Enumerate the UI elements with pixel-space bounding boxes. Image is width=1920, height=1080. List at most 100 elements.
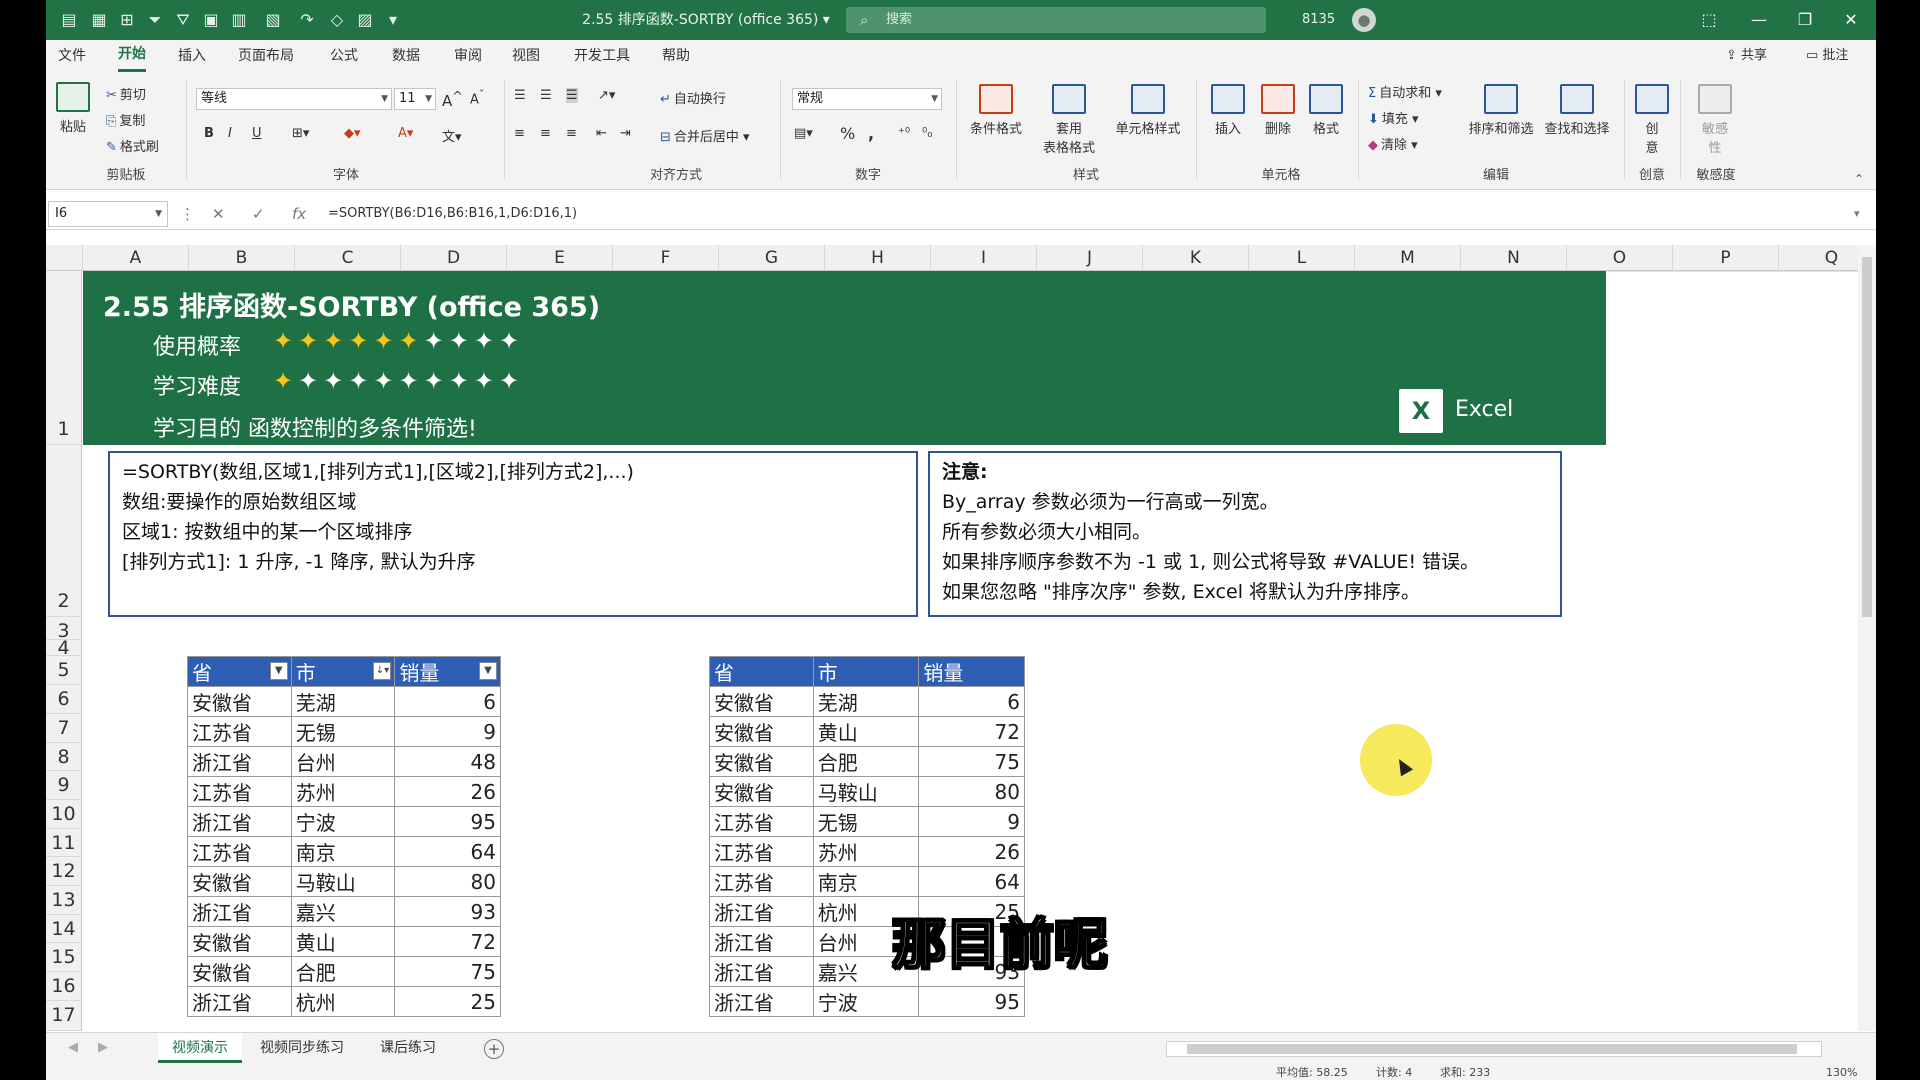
align-top-button[interactable]: ☰ [514, 88, 526, 103]
fill-button[interactable]: ⬇ 填充 ▾ [1368, 108, 1419, 127]
column-header[interactable]: F [613, 245, 719, 271]
row-header[interactable]: 17 [46, 1001, 82, 1031]
sort-asc-filter-icon[interactable]: ↓▾ [373, 662, 392, 680]
province-cell[interactable]: 安徽省 [187, 686, 292, 717]
row-header[interactable]: 6 [46, 685, 82, 714]
city-cell[interactable]: 芜湖 [290, 686, 396, 717]
cell-styles-button[interactable]: 单元格样式 [1108, 84, 1188, 137]
city-cell[interactable]: 苏州 [812, 836, 920, 867]
city-cell[interactable]: 苏州 [290, 776, 396, 807]
sort-filter-button[interactable]: 排序和筛选 [1464, 84, 1538, 137]
increase-font-button[interactable]: A^ [442, 88, 463, 110]
province-cell[interactable]: 江苏省 [187, 836, 292, 867]
province-cell[interactable]: 浙江省 [709, 956, 814, 987]
province-cell[interactable]: 浙江省 [709, 986, 814, 1017]
save-icon[interactable]: ▤ [58, 9, 80, 31]
city-cell[interactable]: 马鞍山 [812, 776, 920, 807]
ribbon-display-icon[interactable]: ⬚ [1686, 0, 1732, 40]
wrap-text-button[interactable]: ↵ 自动换行 [660, 88, 726, 107]
province-cell[interactable]: 浙江省 [187, 986, 292, 1017]
table-icon[interactable]: ▥ [228, 9, 250, 31]
row-header[interactable]: 14 [46, 915, 82, 943]
ideas-button[interactable]: 创 意 [1630, 84, 1674, 156]
align-left-button[interactable]: ≡ [514, 126, 525, 141]
sales-cell[interactable]: 95 [394, 806, 501, 837]
sales-cell[interactable]: 75 [918, 746, 1025, 777]
tab-insert[interactable]: 插入 [178, 40, 206, 72]
select-all-corner[interactable] [46, 245, 83, 271]
sales-cell[interactable]: 9 [394, 716, 501, 747]
restore-button[interactable]: ❐ [1782, 0, 1828, 40]
sales-cell[interactable]: 95 [918, 986, 1025, 1017]
increase-decimal-button[interactable]: ⁺⁰ [898, 126, 910, 141]
tab-formulas[interactable]: 公式 [330, 40, 358, 72]
row-header[interactable]: 9 [46, 771, 82, 800]
province-cell[interactable]: 浙江省 [709, 926, 814, 957]
sales-cell[interactable]: 26 [918, 836, 1025, 867]
scroll-thumb[interactable] [1862, 257, 1872, 617]
city-cell[interactable]: 无锡 [290, 716, 396, 747]
city-cell[interactable]: 黄山 [290, 926, 396, 957]
column-header[interactable]: J [1037, 245, 1143, 271]
align-center-button[interactable]: ≡ [540, 126, 551, 141]
form-icon[interactable]: ▣ [200, 9, 222, 31]
document-title[interactable]: 2.55 排序函数-SORTBY (office 365) ▾ [546, 0, 866, 40]
province-cell[interactable]: 安徽省 [709, 746, 814, 777]
sales-cell[interactable]: 72 [394, 926, 501, 957]
sensitivity-button[interactable]: 敏感 性 [1690, 84, 1740, 156]
tab-developer[interactable]: 开发工具 [574, 40, 630, 72]
row-header[interactable]: 13 [46, 886, 82, 915]
undo-list-icon[interactable]: ▦ [88, 9, 110, 31]
sales-cell[interactable]: 9 [918, 806, 1025, 837]
city-cell[interactable]: 嘉兴 [290, 896, 396, 927]
sales-cell[interactable]: 6 [394, 686, 501, 717]
sales-cell[interactable]: 26 [394, 776, 501, 807]
province-cell[interactable]: 浙江省 [187, 806, 292, 837]
prev-sheet-icon[interactable]: ◀ [68, 1033, 78, 1063]
conditional-format-button[interactable]: 条件格式 [964, 84, 1028, 137]
column-header[interactable]: I [931, 245, 1037, 271]
delete-cells-button[interactable]: 删除 [1256, 84, 1300, 137]
row-header[interactable]: 8 [46, 743, 82, 771]
collapse-ribbon-icon[interactable]: ⌃ [1854, 172, 1864, 186]
province-cell[interactable]: 安徽省 [709, 686, 814, 717]
tab-page-layout[interactable]: 页面布局 [238, 40, 294, 72]
phonetic-button[interactable]: 文▾ [442, 126, 462, 145]
merge-center-button[interactable]: ⊟ 合并后居中 ▾ [660, 126, 750, 145]
province-cell[interactable]: 安徽省 [187, 956, 292, 987]
province-cell[interactable]: 江苏省 [709, 836, 814, 867]
column-header[interactable]: P [1673, 245, 1779, 271]
city-cell[interactable]: 黄山 [812, 716, 920, 747]
format-as-table-button[interactable]: 套用 表格格式 [1036, 84, 1102, 156]
find-select-button[interactable]: 查找和选择 [1540, 84, 1614, 137]
add-sheet-icon[interactable]: + [484, 1039, 504, 1059]
column-header[interactable]: K [1143, 245, 1249, 271]
row-header[interactable]: 7 [46, 714, 82, 743]
comma-button[interactable]: , [868, 124, 874, 143]
name-box[interactable]: I6 ▼ [48, 201, 168, 227]
format-cells-button[interactable]: 格式 [1304, 84, 1348, 137]
row-header[interactable]: 16 [46, 972, 82, 1001]
row-header[interactable]: 15 [46, 943, 82, 972]
filter-dropdown-icon[interactable]: ▼ [269, 662, 288, 680]
font-name-select[interactable]: 等线 ▼ [196, 88, 392, 110]
borders-button[interactable]: ⊞▾ [292, 126, 309, 141]
increase-indent-button[interactable]: ⇥ [620, 126, 631, 141]
province-cell[interactable]: 江苏省 [187, 716, 292, 747]
customize-qat-icon[interactable]: ▾ [382, 9, 404, 31]
insert-function-icon[interactable]: fx [292, 198, 306, 230]
paste-icon[interactable]: ▨ [354, 9, 376, 31]
column-header[interactable]: O [1567, 245, 1673, 271]
autosum-button[interactable]: Σ 自动求和 ▾ [1368, 82, 1442, 101]
next-sheet-icon[interactable]: ▶ [98, 1033, 108, 1063]
decrease-font-button[interactable]: Aˇ [470, 88, 484, 107]
tab-view[interactable]: 视图 [512, 40, 540, 72]
column-header[interactable]: H [825, 245, 931, 271]
scroll-thumb[interactable] [1187, 1044, 1797, 1054]
percent-button[interactable]: % [840, 124, 855, 143]
paste-button[interactable]: 粘贴 [56, 82, 90, 135]
city-cell[interactable]: 合肥 [812, 746, 920, 777]
province-cell[interactable]: 浙江省 [709, 896, 814, 927]
province-cell[interactable]: 安徽省 [187, 926, 292, 957]
sales-cell[interactable]: 25 [394, 986, 501, 1017]
